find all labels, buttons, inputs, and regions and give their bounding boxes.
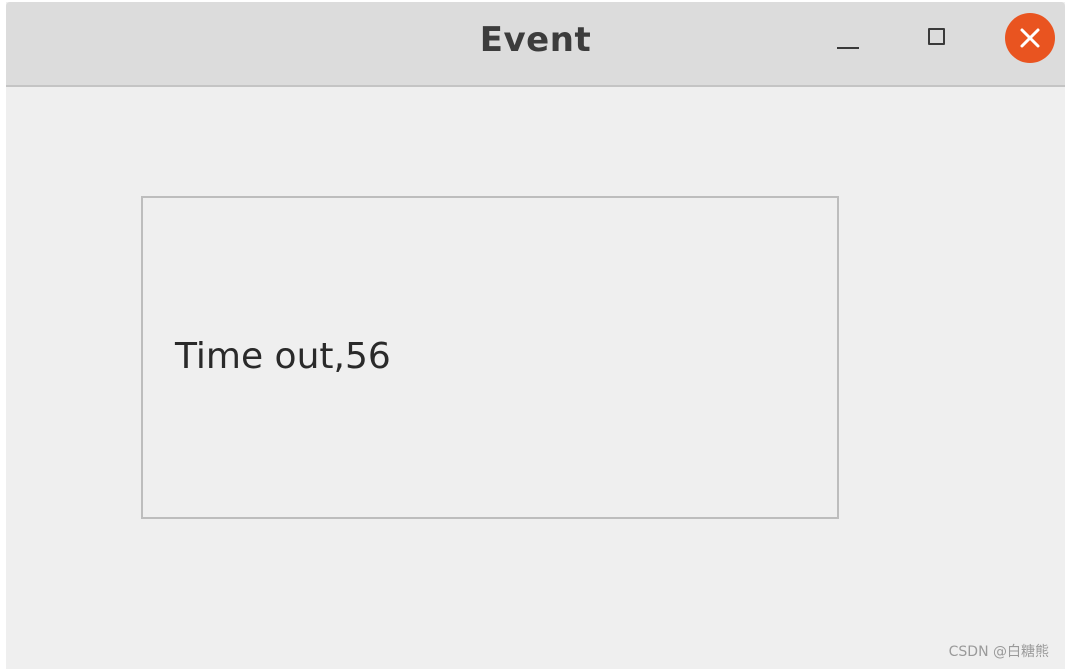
- event-label-frame: Time out,56: [141, 196, 839, 519]
- event-window: Event Time out,56: [6, 2, 1065, 669]
- window-title: Event: [479, 20, 592, 60]
- title-bar[interactable]: Event: [6, 2, 1065, 87]
- minimize-icon: [837, 47, 859, 49]
- maximize-icon: [928, 28, 945, 45]
- close-button[interactable]: [1005, 13, 1055, 63]
- watermark-text: CSDN @白糖熊: [948, 644, 1049, 660]
- close-icon: [1020, 28, 1040, 48]
- minimize-button[interactable]: [826, 24, 870, 68]
- timeout-label: Time out,56: [175, 336, 391, 377]
- maximize-button[interactable]: [916, 16, 960, 60]
